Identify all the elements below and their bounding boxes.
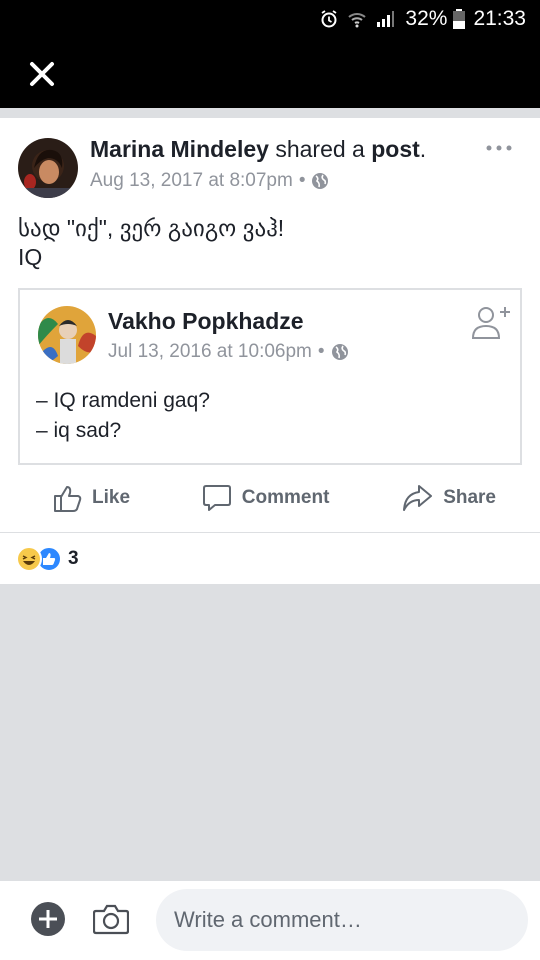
- wifi-icon: [348, 13, 367, 28]
- like-button[interactable]: Like: [52, 474, 130, 522]
- reactions-bar[interactable]: 3: [0, 532, 540, 584]
- author-avatar[interactable]: [18, 138, 78, 198]
- post-text: სად "იქ", ვერ გაიგო ვაჰ! IQ: [18, 215, 285, 270]
- comment-icon: [202, 485, 231, 511]
- shared-post-meta: Jul 13, 2016 at 10:06pm •: [108, 341, 349, 363]
- meta-separator: •: [317, 341, 325, 362]
- like-label: Like: [92, 487, 131, 508]
- more-options-icon[interactable]: [484, 136, 514, 160]
- post-card: Marina Mindeley shared a post. Aug 13, 2…: [0, 118, 540, 532]
- meta-separator: •: [298, 170, 306, 191]
- alarm-icon: [321, 10, 337, 28]
- top-bar: [0, 38, 540, 108]
- reaction-count: 3: [68, 547, 79, 569]
- action-text: shared a: [268, 136, 372, 162]
- shared-post-link[interactable]: post: [371, 136, 420, 162]
- comment-bar: [0, 880, 540, 960]
- comment-button[interactable]: Comment: [202, 474, 330, 522]
- shared-author-name[interactable]: Vakho Popkhadze: [108, 308, 304, 335]
- status-bar: 32% 21:33: [0, 0, 540, 38]
- shared-post-timestamp[interactable]: Jul 13, 2016 at 10:06pm: [108, 341, 312, 363]
- add-friend-icon[interactable]: [470, 304, 510, 340]
- thumbs-up-icon: [54, 486, 82, 512]
- camera-icon[interactable]: [93, 903, 129, 935]
- haha-icon: [16, 545, 42, 572]
- add-icon[interactable]: [30, 901, 66, 937]
- share-icon: [403, 485, 433, 511]
- author-name[interactable]: Marina Mindeley: [90, 136, 269, 162]
- divider: [0, 108, 540, 118]
- signal-icon: [377, 11, 395, 27]
- shared-post[interactable]: Vakho Popkhadze Jul 13, 2016 at 10:06pm …: [18, 288, 522, 465]
- empty-comments-area: [0, 584, 540, 880]
- comment-input[interactable]: [156, 889, 528, 951]
- battery-icon: [453, 9, 466, 29]
- globe-icon: [331, 344, 348, 360]
- post-header: Marina Mindeley shared a post.: [90, 136, 426, 163]
- shared-author-avatar[interactable]: [38, 306, 96, 364]
- shared-post-text: – IQ ramdeni gaq? – iq sad?: [36, 389, 210, 442]
- close-icon[interactable]: [26, 58, 58, 90]
- battery-percent: 32%: [405, 7, 448, 30]
- share-label: Share: [443, 487, 496, 508]
- comment-label: Comment: [241, 487, 330, 508]
- period: .: [419, 136, 427, 162]
- post-actions: Like Comment Share: [0, 474, 540, 522]
- share-button[interactable]: Share: [401, 474, 496, 522]
- globe-icon: [312, 173, 329, 189]
- post-meta: Aug 13, 2017 at 8:07pm •: [90, 170, 329, 192]
- clock: 21:33: [473, 7, 526, 30]
- post-timestamp[interactable]: Aug 13, 2017 at 8:07pm: [90, 170, 293, 192]
